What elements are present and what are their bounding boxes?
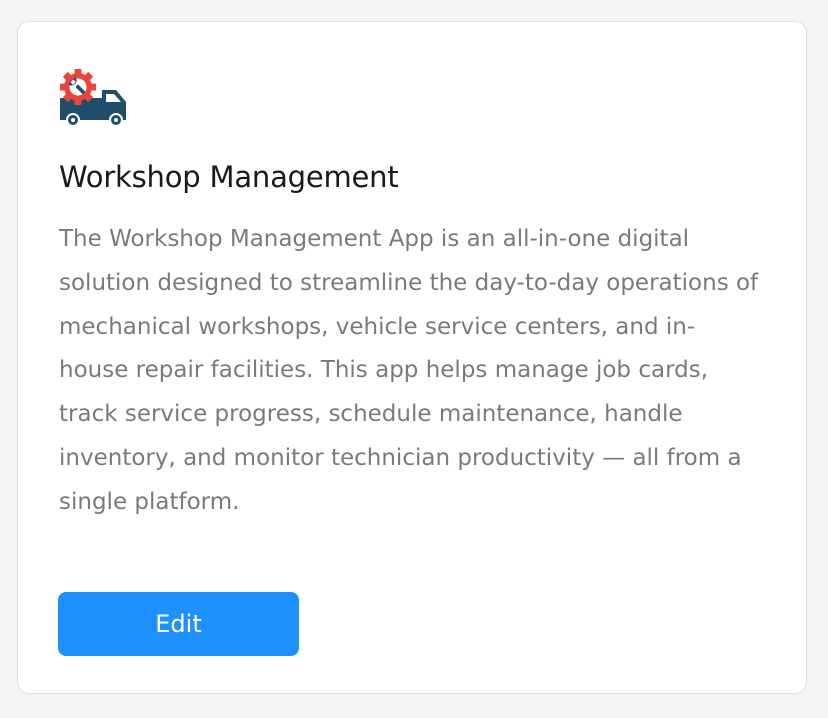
truck-gear-wrench-icon [60, 69, 126, 127]
app-card: Workshop Management The Workshop Managem… [17, 21, 807, 694]
card-description: The Workshop Management App is an all-in… [59, 226, 759, 515]
card-title: Workshop Management [59, 160, 399, 194]
edit-button[interactable]: Edit [58, 592, 299, 656]
